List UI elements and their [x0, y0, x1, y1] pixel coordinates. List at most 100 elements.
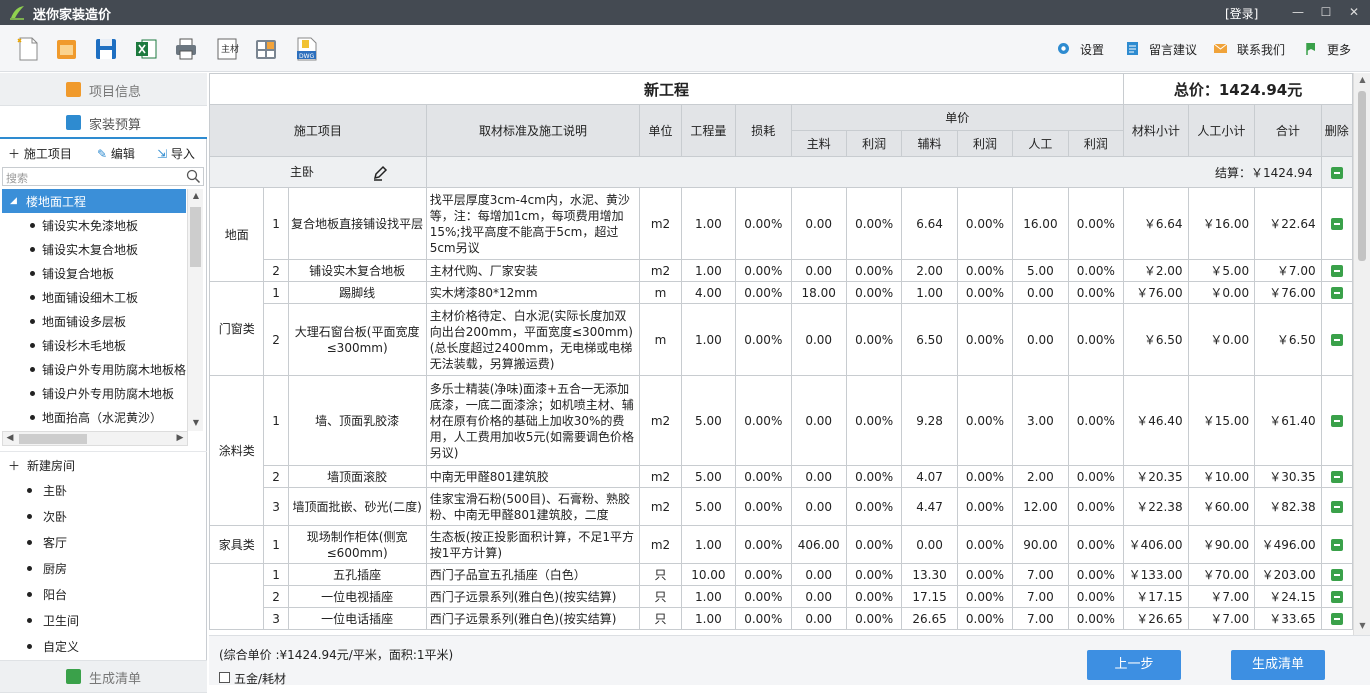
delete-row-button[interactable] [1320, 607, 1353, 630]
delete-row-button[interactable] [1320, 525, 1353, 564]
tree-item[interactable]: 铺设复合地板 [2, 261, 186, 285]
tree-item[interactable]: 地面铺设细木工板 [2, 285, 186, 309]
table-row[interactable]: 3 墙顶面批嵌、砂光(二度) 佳家宝滑石粉(500目)、石膏粉、熟胶粉、中南无甲醛8… [210, 487, 1353, 526]
add-item-button[interactable]: ＋ 施工项目 [8, 145, 72, 162]
delete-row-button[interactable] [1320, 259, 1353, 282]
scroll-down-icon[interactable]: ▼ [188, 416, 204, 430]
dwg-icon[interactable]: DWG [294, 35, 320, 63]
tree-item[interactable]: 铺设户外专用防腐木地板格 [2, 357, 186, 381]
tree-item[interactable]: 铺设户外专用防腐木地板 [2, 381, 186, 405]
row-profit: 0.00% [845, 525, 903, 564]
tab-budget[interactable]: 家装预算 [0, 106, 207, 139]
more-label: 更多 [1327, 43, 1352, 57]
delete-row-button[interactable] [1320, 187, 1353, 260]
minimize-button[interactable]: — [1290, 4, 1306, 20]
import-button[interactable]: ⇲ 导入 [157, 145, 195, 162]
tree-item[interactable]: 地面铺设多层板 [2, 309, 186, 333]
tree-item[interactable]: 地面抬高（水泥黄沙） [2, 405, 186, 429]
minus-icon[interactable] [1330, 287, 1343, 299]
table-vertical-scrollbar[interactable]: ▲ ▼ [1353, 73, 1370, 635]
print-icon[interactable] [173, 35, 199, 63]
login-link[interactable]: [登录] [1225, 5, 1258, 22]
maximize-button[interactable]: ☐ [1318, 4, 1334, 20]
table-row[interactable]: 家具类 1 现场制作柜体(侧宽≤600mm) 生态板(按正投影面积计算，不足1平方按1… [209, 525, 1353, 564]
scroll-down-icon[interactable]: ▼ [1354, 619, 1370, 633]
row-material-subtotal: ￥26.65 [1123, 607, 1189, 630]
minus-icon[interactable] [1330, 415, 1343, 427]
pencil-icon[interactable] [372, 165, 388, 181]
delete-row-button[interactable] [1320, 375, 1353, 466]
room-item[interactable]: 厨房 [0, 555, 207, 581]
scroll-left-icon[interactable]: ◀ [3, 432, 17, 445]
table-row[interactable]: 2 铺设实木复合地板 主材代购、厂家安装 m2 1.00 0.00% 0.00 0.00% 2.… [210, 259, 1353, 282]
room-item[interactable]: 次卧 [0, 503, 207, 529]
hardware-checkbox-label: 五金/耗材 [234, 672, 287, 686]
delete-group-button[interactable] [1320, 156, 1353, 188]
tree-item[interactable]: 铺设杉木毛地板 [2, 333, 186, 357]
scroll-thumb[interactable] [190, 207, 201, 267]
scroll-right-icon[interactable]: ▶ [173, 432, 187, 445]
scroll-up-icon[interactable]: ▲ [188, 189, 204, 203]
new-room-button[interactable]: ＋ 新建房间 [0, 451, 207, 477]
room-item[interactable]: 自定义 [0, 633, 207, 659]
delete-row-button[interactable] [1320, 281, 1353, 304]
minus-icon[interactable] [1330, 334, 1343, 346]
search-icon[interactable] [186, 169, 201, 184]
table-row[interactable]: 3 一位电话插座 西门子远景系列(雅白色)(按实结算) 只 1.00 0.00% 0.00 0… [210, 607, 1353, 630]
table-row[interactable]: 1 五孔插座 西门子品宣五孔插座（白色）只 10.00 0.00% 0.00 0.00% 13… [209, 563, 1353, 630]
table-row[interactable]: 门窗类 1 踢脚线 实木烤漆80*12mm m 4.00 0.00% 18.00 0.00% 1.… [209, 281, 1353, 376]
prev-step-button[interactable]: 上一步 [1087, 650, 1181, 680]
scroll-thumb[interactable] [19, 434, 87, 444]
row-sum: ￥7.00 [1254, 259, 1322, 282]
generate-list-button[interactable]: 生成清单 [1231, 650, 1325, 680]
tree-category-floor[interactable]: ◢ 楼地面工程 [2, 189, 186, 213]
calculator-icon[interactable] [253, 35, 279, 63]
table-row[interactable]: 2 大理石窗台板(平面宽度≤300mm) 主材价格待定、白水泥(实际长度加双向出台2… [210, 303, 1353, 376]
row-number: 3 [263, 487, 289, 526]
close-button[interactable]: ✕ [1346, 4, 1362, 20]
minus-icon[interactable] [1330, 613, 1343, 625]
room-item[interactable]: 阳台 [0, 581, 207, 607]
delete-row-button[interactable] [1320, 303, 1353, 376]
row-profit: 0.00% [845, 563, 903, 586]
search-input[interactable]: 搜索 [2, 167, 204, 186]
material-icon[interactable]: 主材 [214, 35, 240, 63]
tree-horizontal-scrollbar[interactable]: ◀ ▶ [2, 431, 188, 446]
save-icon[interactable] [93, 35, 119, 63]
row-quantity: 1.00 [680, 607, 737, 630]
table-row[interactable]: 2 一位电视插座 西门子远景系列(雅白色)(按实结算) 只 1.00 0.00% 0.00 0… [210, 585, 1353, 608]
table-row[interactable]: 涂料类 1 墙、顶面乳胶漆 多乐士精装(净味)面漆+五合一无添加底漆，一底二面漆涂；如… [209, 375, 1353, 526]
minus-icon[interactable] [1330, 569, 1343, 581]
room-item[interactable]: 主卧 [0, 477, 207, 503]
minus-icon[interactable] [1330, 265, 1343, 277]
room-item[interactable]: 客厅 [0, 529, 207, 555]
collapse-icon[interactable]: ◢ [10, 196, 17, 206]
minus-icon[interactable] [1330, 591, 1343, 603]
tab-generate-list[interactable]: 生成清单 [0, 660, 207, 693]
table-row[interactable]: 2 墙顶面滚胶 中南无甲醛801建筑胶 m2 5.00 0.00% 0.00 0.00% 4.0… [210, 465, 1353, 488]
tree-item[interactable]: 铺设实木免漆地板 [2, 213, 186, 237]
room-item[interactable]: 卫生间 [0, 607, 207, 633]
table-row[interactable]: 地面 1 复合地板直接铺设找平层 找平层厚度3cm-4cm内，水泥、黄沙等，注：每增加… [209, 187, 1353, 282]
col-unit: 单位 [639, 104, 682, 157]
new-file-icon[interactable] [15, 35, 41, 63]
delete-row-button[interactable] [1320, 465, 1353, 488]
excel-icon[interactable] [133, 35, 159, 63]
minus-icon[interactable] [1330, 539, 1343, 551]
scroll-up-icon[interactable]: ▲ [1354, 73, 1370, 87]
minus-icon[interactable] [1330, 218, 1343, 230]
scroll-thumb[interactable] [1358, 91, 1366, 261]
minus-icon[interactable] [1330, 471, 1343, 483]
delete-row-button[interactable] [1320, 563, 1353, 586]
minus-icon[interactable] [1330, 501, 1343, 513]
open-folder-icon[interactable] [53, 35, 79, 63]
minus-icon[interactable] [1330, 166, 1343, 179]
checkbox-icon[interactable] [219, 672, 230, 683]
tab-project-info[interactable]: 项目信息 [0, 73, 207, 106]
row-loss: 0.00% [735, 563, 792, 586]
tree-item[interactable]: 铺设实木复合地板 [2, 237, 186, 261]
delete-row-button[interactable] [1320, 487, 1353, 526]
tree-vertical-scrollbar[interactable]: ▲ ▼ [187, 189, 203, 431]
edit-button[interactable]: ✎ 编辑 [97, 145, 135, 162]
delete-row-button[interactable] [1320, 585, 1353, 608]
